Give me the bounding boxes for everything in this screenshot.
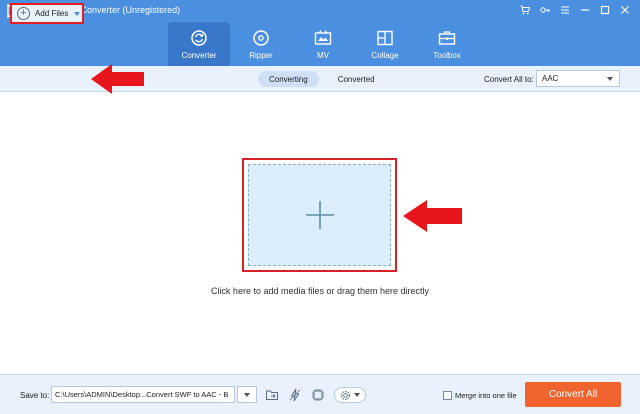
tab-toolbox[interactable]: Toolbox [416,22,478,66]
status-segments: Converting Converted [258,71,386,87]
close-icon[interactable] [618,3,632,17]
menu-icon[interactable] [558,3,572,17]
ripper-icon [253,29,269,46]
key-icon[interactable] [538,3,552,17]
tab-converter[interactable]: Converter [168,22,230,66]
save-to-label: Save to: [20,391,50,400]
collage-icon [377,30,393,45]
merge-label: Merge into one file [455,391,517,400]
window-controls [518,3,632,17]
tab-mv[interactable]: MV [292,22,354,66]
gpu-acceleration-icon[interactable] [310,387,326,403]
merge-checkbox[interactable] [443,391,452,400]
add-circle-icon: + [17,7,30,20]
tab-label: Collage [371,50,399,60]
toolbox-icon [438,30,456,45]
add-files-label: Add Files [35,9,69,18]
segment-converted[interactable]: Converted [327,71,386,87]
bottom-bar: Save to: C:\Users\ADMIN\Desktop...Conver… [0,374,640,414]
plus-icon [305,201,334,229]
chevron-down-icon [244,392,250,397]
chevron-down-icon [354,393,360,397]
left-arrow-annotation-icon [91,64,144,94]
dropzone-hint: Click here to add media files or drag th… [210,286,430,296]
tab-collage[interactable]: Collage [354,22,416,66]
save-path-field[interactable]: C:\Users\ADMIN\Desktop...Convert SWF to … [51,386,235,403]
convert-all-label: Convert All to: [484,75,534,84]
add-files-button[interactable]: + Add Files [10,3,84,24]
add-files-dropdown-icon[interactable] [74,11,81,16]
minimize-icon[interactable] [578,3,592,17]
convert-all-button[interactable]: Convert All [525,382,621,407]
open-folder-icon[interactable] [264,387,280,403]
converter-icon [191,29,207,46]
segment-converting[interactable]: Converting [258,71,319,87]
save-path-value: C:\Users\ADMIN\Desktop...Convert SWF to … [55,390,229,399]
maximize-icon[interactable] [598,3,612,17]
tab-label: Ripper [249,50,273,60]
save-path-dropdown[interactable] [237,386,257,403]
pointer-arrow-annotation-icon [403,200,462,232]
add-media-dropzone[interactable] [248,164,391,266]
tab-label: Toolbox [433,50,461,60]
chevron-down-icon [607,77,613,81]
settings-button[interactable] [334,387,366,403]
title-bar: AVAide Video Converter (Unregistered) [0,0,640,22]
main-nav: Converter Ripper MV Collage Toolbox [168,22,478,66]
dropzone-highlight [242,158,397,272]
hardware-acceleration-icon[interactable] [287,387,303,403]
convert-all-format-select[interactable]: AAC [536,70,620,87]
convert-all-value: AAC [542,74,559,83]
cart-icon[interactable] [518,3,532,17]
mv-icon [314,29,332,45]
tab-label: MV [317,50,329,60]
tab-ripper[interactable]: Ripper [230,22,292,66]
tab-label: Converter [181,50,217,60]
gear-icon [341,390,350,400]
